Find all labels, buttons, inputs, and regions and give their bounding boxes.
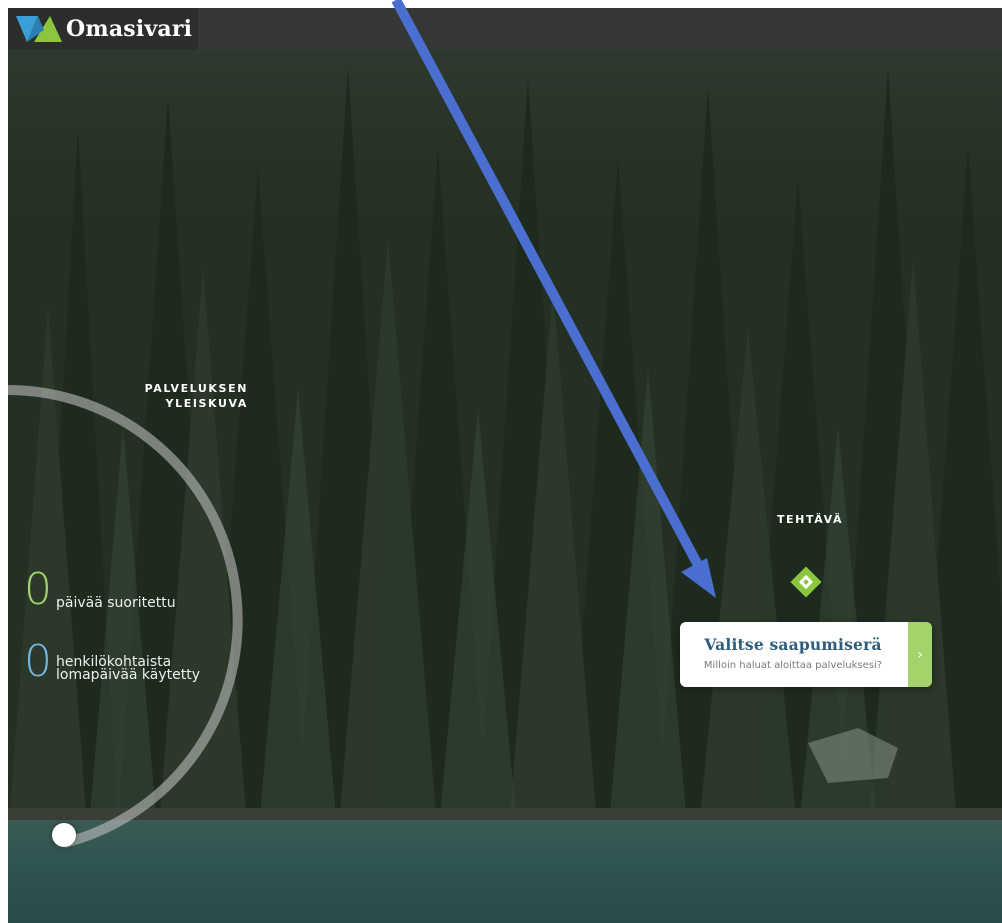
annotation-arrow: [391, 0, 716, 598]
